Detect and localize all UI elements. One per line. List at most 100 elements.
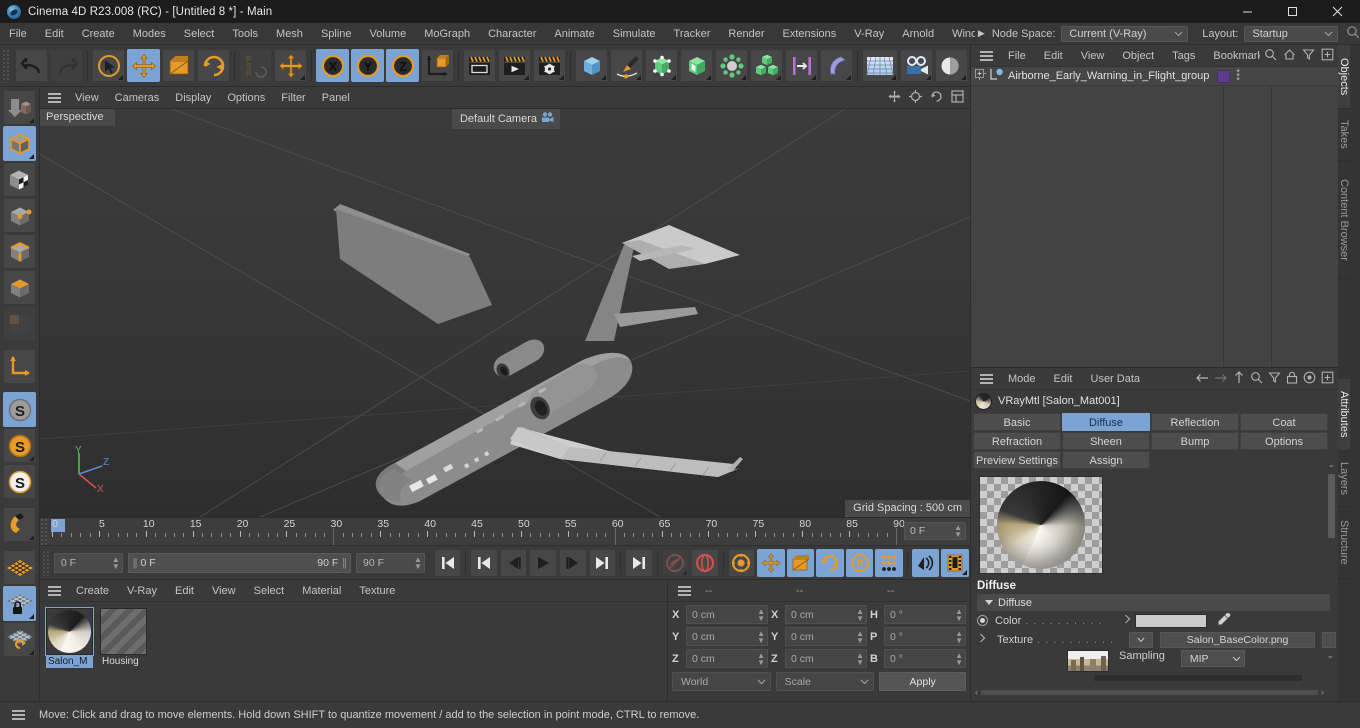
step-back-button[interactable] [499,548,528,577]
mograph-cloner-button[interactable] [750,49,783,82]
maximize-button[interactable] [1270,0,1315,23]
tab-preview-settings[interactable]: Preview Settings [973,451,1061,469]
filter-icon[interactable] [1302,48,1315,64]
tab-options[interactable]: Options [1240,432,1328,450]
fit-view-icon[interactable] [909,90,922,106]
eyedropper-icon[interactable] [1217,612,1231,629]
field-objects-button[interactable] [785,49,818,82]
menu-vray[interactable]: V-Ray [845,23,893,45]
menu-arnold[interactable]: Arnold [893,23,943,45]
keyframe-selection-button[interactable] [727,548,756,577]
tag-overflow-icon[interactable]: • • • [1236,67,1240,85]
psr-lock-button[interactable]: P S R [239,49,272,82]
coordinate-mode-dropdown[interactable]: Scale [775,672,875,691]
menu-select[interactable]: Select [175,23,224,45]
forward-arrow-icon[interactable] [1214,372,1228,387]
viewport-menu-cameras[interactable]: Cameras [107,87,168,109]
material-thumbnail[interactable] [45,607,94,656]
back-arrow-icon[interactable] [1195,372,1209,387]
object-menu-tags[interactable]: Tags [1163,45,1204,67]
spinner-icon[interactable]: ▲ ▼ [414,555,422,570]
rotation-h-input[interactable]: 0 ° ▲ ▼ [884,605,966,624]
material-item[interactable]: Housing [100,608,147,668]
step-forward-button[interactable] [558,548,587,577]
layout-dropdown[interactable]: Startup [1244,25,1338,42]
lock-icon[interactable] [1286,371,1298,387]
autokeying-button[interactable] [691,548,719,577]
size-x-input[interactable]: 0 cm ▲ ▼ [785,605,867,624]
go-to-next-key-button[interactable] [588,548,617,577]
go-to-previous-key-button[interactable] [470,548,498,577]
range-start-grip[interactable]: || [133,557,138,569]
status-menu-icon[interactable] [6,710,31,720]
perspective-viewport[interactable]: Perspective Default Camera Grid Spacing … [40,109,970,517]
object-menu-bookmarks[interactable]: Bookmarks [1204,45,1260,67]
polygons-mode-button[interactable] [3,270,36,305]
collapse-triangle-icon[interactable] [985,597,993,609]
node-space-dropdown[interactable]: Current (V-Ray) [1061,25,1189,42]
material-menu-material[interactable]: Material [293,580,350,602]
environment-button[interactable] [862,49,898,82]
redo-button[interactable] [50,49,83,82]
enable-snapping-button[interactable]: S [3,392,36,427]
spinner-icon[interactable]: ▲ ▼ [955,607,963,622]
texture-thumbnail[interactable] [1067,650,1109,672]
diffuse-group-header[interactable]: Diffuse [977,594,1330,611]
object-manager-body[interactable] [971,86,1338,367]
home-icon[interactable] [1283,48,1296,64]
y-axis-lock-button[interactable]: Y [351,49,384,82]
tab-structure[interactable]: Structure [1338,507,1350,579]
move-tool-button[interactable] [127,49,160,82]
deformer-bend-button[interactable] [820,49,853,82]
spinner-icon[interactable]: ▲ ▼ [112,555,120,570]
color-radio-icon[interactable] [977,615,988,626]
size-z-input[interactable]: 0 cm ▲ ▼ [785,649,867,668]
menu-mograph[interactable]: MoGraph [415,23,479,45]
tab-attributes[interactable]: Attributes [1338,379,1350,451]
position-y-input[interactable]: 0 cm ▲ ▼ [686,627,768,646]
tab-reflection[interactable]: Reflection [1151,413,1239,431]
timeline-current-frame-field[interactable]: 0 F ▲ ▼ [904,522,966,540]
undo-button[interactable] [15,49,48,82]
scroll-right-icon[interactable]: › [1321,687,1324,697]
menu-extensions[interactable]: Extensions [773,23,845,45]
world-coordinate-system-button[interactable] [421,49,454,82]
edges-mode-button[interactable] [3,234,36,269]
render-view-button[interactable] [463,49,496,82]
toolbar-drag-grip[interactable] [2,48,11,83]
position-x-input[interactable]: 0 cm ▲ ▼ [686,605,768,624]
menu-mesh[interactable]: Mesh [267,23,312,45]
tab-coat[interactable]: Coat [1240,413,1328,431]
make-editable-button[interactable] [3,90,36,125]
spinner-icon[interactable]: ▲ ▼ [856,651,864,666]
menu-create[interactable]: Create [73,23,124,45]
add-icon[interactable] [1321,48,1334,64]
tab-objects[interactable]: Objects [1338,45,1350,109]
scale-key-button[interactable] [786,548,815,577]
tab-assign[interactable]: Assign [1062,451,1150,469]
menu-tracker[interactable]: Tracker [665,23,720,45]
magnet-tool-button[interactable] [3,507,36,542]
menu-modes[interactable]: Modes [124,23,175,45]
material-menu-edit[interactable]: Edit [166,580,203,602]
texture-path-input[interactable]: Salon_BaseColor.png [1160,631,1316,648]
search-icon[interactable] [1264,48,1277,64]
attributes-scrollbar[interactable]: ⌄ [1327,460,1336,608]
material-thumbnail[interactable] [100,608,147,655]
range-end-grip[interactable]: || [342,557,347,569]
scroll-left-icon[interactable]: ‹ [975,687,978,697]
tab-refraction[interactable]: Refraction [973,432,1061,450]
tab-diffuse[interactable]: Diffuse [1062,413,1150,431]
viewport-menu-options[interactable]: Options [219,87,273,109]
primitive-cube-button[interactable] [575,49,608,82]
texture-mode-button[interactable] [3,162,36,197]
color-expand-icon[interactable] [1124,614,1131,627]
menu-character[interactable]: Character [479,23,545,45]
filter-icon[interactable] [1268,371,1281,387]
timeline-drag-grip[interactable] [40,518,49,546]
viewport-menu-filter[interactable]: Filter [273,87,313,109]
tab-bump[interactable]: Bump [1151,432,1239,450]
quantize-snap-button[interactable]: S [3,428,36,463]
up-arrow-icon[interactable] [1233,371,1245,387]
attributes-menu-userdata[interactable]: User Data [1082,368,1150,390]
